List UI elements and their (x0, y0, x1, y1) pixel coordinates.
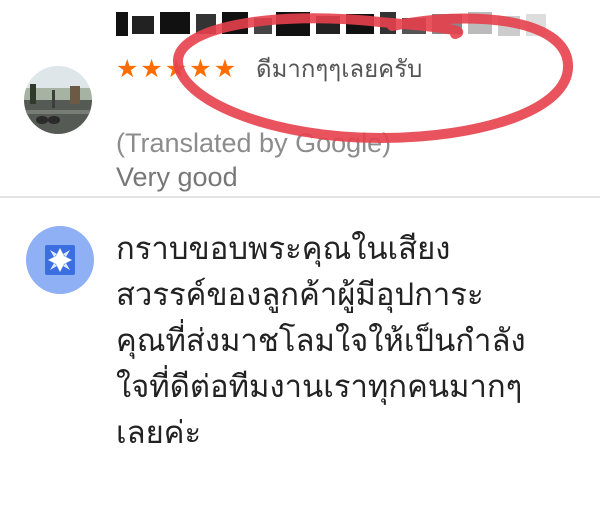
business-profile-icon (45, 245, 75, 275)
review-text: ดีมากๆๆเลยครับ (256, 55, 423, 83)
profile-photo-icon (24, 66, 92, 134)
star-icon: ★ (140, 54, 163, 83)
owner-reply-text: กราบขอบพระคุณในเสียง สวรรค์ของลูกค้าผู้ม… (116, 226, 586, 456)
star-rating: ★ ★ ★ ★ ★ (116, 54, 236, 84)
review-translation: Very good (116, 162, 238, 192)
star-icon: ★ (189, 54, 212, 83)
owner-reply-line: ใจที่ดีต่อทีมงานเราทุกคนมากๆ (116, 369, 523, 405)
reviewer-avatar[interactable] (24, 66, 92, 134)
star-icon: ★ (116, 54, 139, 83)
review-card: ★ ★ ★ ★ ★ ดีมากๆๆเลยครับ (Translated by … (0, 0, 600, 196)
screen: ★ ★ ★ ★ ★ ดีมากๆๆเลยครับ (Translated by … (0, 0, 600, 521)
owner-reply-line: กราบขอบพระคุณในเสียง (116, 231, 451, 267)
owner-reply-line: คุณที่ส่งมาชโลมใจให้เป็นกำลัง (116, 323, 526, 359)
star-icon: ★ (164, 54, 188, 83)
star-icon: ★ (213, 54, 237, 83)
owner-reply-line: เลยค่ะ (116, 415, 202, 451)
translated-by-google-note: (Translated by Google) (116, 128, 392, 158)
reviewer-name-redacted[interactable] (116, 0, 556, 40)
owner-reply-line: สวรรค์ของลูกค้าผู้มีอุปการะ (116, 277, 484, 313)
owner-avatar[interactable] (26, 226, 94, 294)
section-divider (0, 196, 600, 198)
